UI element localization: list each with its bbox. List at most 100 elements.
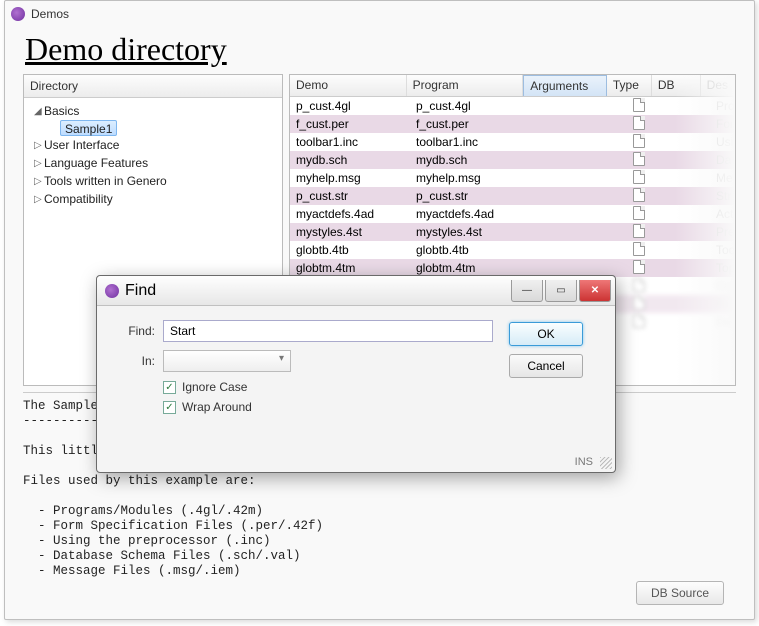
caret-right-icon: ▷ [34, 158, 44, 169]
close-button[interactable]: ✕ [579, 280, 611, 302]
cell-desc: Pro [712, 99, 735, 113]
cell-demo: p_cust.str [290, 189, 410, 203]
maximize-button[interactable]: ▭ [545, 280, 577, 302]
document-icon [633, 278, 645, 292]
tree-item-languagefeatures[interactable]: ▷ Language Features [24, 154, 282, 172]
wrap-around-row[interactable]: ✓ Wrap Around [163, 400, 509, 414]
cell-demo: f_cust.per [290, 117, 410, 131]
minimize-button[interactable]: — [511, 280, 543, 302]
cell-program: globtb.4tb [410, 243, 530, 257]
cell-demo: globtb.4tb [290, 243, 410, 257]
cell-desc: Top [712, 261, 735, 275]
document-icon [633, 170, 645, 184]
footer-buttons: DB Source [636, 581, 724, 605]
tree-body: ◢ Basics Sample1 ▷ User Interface ▷ Lang… [24, 98, 282, 212]
tree-item-userinterface[interactable]: ▷ User Interface [24, 136, 282, 154]
tree-header[interactable]: Directory [24, 75, 282, 98]
tree-item-tools[interactable]: ▷ Tools written in Genero [24, 172, 282, 190]
cell-program: mydb.sch [410, 153, 530, 167]
cell-program: myhelp.msg [410, 171, 530, 185]
in-combo[interactable] [163, 350, 291, 372]
col-db[interactable]: DB [652, 75, 701, 96]
app-icon [105, 284, 119, 298]
find-input[interactable] [163, 320, 493, 342]
caret-down-icon: ◢ [34, 106, 44, 117]
col-type[interactable]: Type [607, 75, 652, 96]
tree-item-compatibility[interactable]: ▷ Compatibility [24, 190, 282, 208]
document-icon [633, 242, 645, 256]
document-icon [633, 98, 645, 112]
table-row[interactable]: globtb.4tbglobtb.4tbToo [290, 241, 735, 259]
cell-desc: For [712, 297, 735, 311]
caret-right-icon: ▷ [34, 194, 44, 205]
cell-type [616, 296, 662, 313]
cell-type [616, 170, 662, 187]
col-desc[interactable]: Des [701, 75, 735, 96]
document-icon [633, 152, 645, 166]
caret-right-icon: ▷ [34, 140, 44, 151]
cell-desc: Usi [712, 135, 735, 149]
cancel-button[interactable]: Cancel [509, 354, 583, 378]
dialog-title: Find [125, 282, 156, 300]
ignore-case-row[interactable]: ✓ Ignore Case [163, 380, 509, 394]
cell-demo: toolbar1.inc [290, 135, 410, 149]
find-label: Find: [113, 324, 155, 338]
status-indicator: INS [575, 456, 593, 468]
cell-demo: p_cust.4gl [290, 99, 410, 113]
checkbox-icon[interactable]: ✓ [163, 401, 176, 414]
table-row[interactable]: myhelp.msgmyhelp.msgMe [290, 169, 735, 187]
cell-desc: For [712, 117, 735, 131]
cell-program: myactdefs.4ad [410, 207, 530, 221]
cell-type [616, 260, 662, 277]
resize-grip-icon[interactable] [600, 457, 612, 469]
col-arguments[interactable]: Arguments [523, 75, 607, 96]
cell-type [616, 98, 662, 115]
cell-desc: Co [712, 279, 735, 293]
table-row[interactable]: p_cust.4glp_cust.4glPro [290, 97, 735, 115]
cell-desc: Str [712, 189, 735, 203]
cell-program: mystyles.4st [410, 225, 530, 239]
cell-type [616, 206, 662, 223]
window-controls: — ▭ ✕ [509, 280, 611, 302]
dialog-actions: OK Cancel [509, 320, 599, 414]
cell-program: globtm.4tm [410, 261, 530, 275]
cell-type [616, 134, 662, 151]
document-icon [633, 206, 645, 220]
document-icon [633, 134, 645, 148]
table-row[interactable]: p_cust.strp_cust.str Str [290, 187, 735, 205]
dialog-form: Find: In: ✓ Ignore Case ✓ Wrap Around [113, 320, 509, 414]
cell-program: p_cust.str [410, 189, 530, 203]
table-row[interactable]: mydb.schmydb.schDat [290, 151, 735, 169]
ok-button[interactable]: OK [509, 322, 583, 346]
cell-type [616, 152, 662, 169]
table-row[interactable]: f_cust.perf_cust.perFor [290, 115, 735, 133]
db-source-button[interactable]: DB Source [636, 581, 724, 605]
caret-right-icon: ▷ [34, 176, 44, 187]
cell-type [616, 188, 662, 205]
tree-label: Language Features [44, 156, 148, 170]
table-header-row: Demo Program Arguments Type DB Des [290, 75, 735, 97]
col-program[interactable]: Program [407, 75, 524, 96]
cell-desc: Dat [712, 153, 735, 167]
tree-label: Basics [44, 104, 79, 118]
dialog-titlebar[interactable]: Find — ▭ ✕ [97, 276, 615, 306]
cell-desc: Pre [712, 225, 735, 239]
checkbox-icon[interactable]: ✓ [163, 381, 176, 394]
tree-label: Compatibility [44, 192, 113, 206]
document-icon [633, 314, 645, 328]
tree-item-sample1[interactable]: Sample1 [24, 120, 282, 136]
table-body: p_cust.4glp_cust.4glProf_cust.perf_cust.… [290, 97, 735, 277]
cell-demo: myhelp.msg [290, 171, 410, 185]
table-row[interactable]: toolbar1.inctoolbar1.incUsi [290, 133, 735, 151]
cell-type [616, 224, 662, 241]
cell-desc: Dat [712, 315, 735, 329]
titlebar[interactable]: Demos [5, 1, 754, 27]
cell-type [616, 278, 662, 295]
wrap-around-label: Wrap Around [182, 400, 252, 414]
table-row[interactable]: myactdefs.4admyactdefs.4adAct [290, 205, 735, 223]
ignore-case-label: Ignore Case [182, 380, 247, 394]
table-row[interactable]: mystyles.4stmystyles.4stPre [290, 223, 735, 241]
col-demo[interactable]: Demo [290, 75, 407, 96]
cell-demo: globtm.4tm [290, 261, 410, 275]
tree-item-basics[interactable]: ◢ Basics [24, 102, 282, 120]
